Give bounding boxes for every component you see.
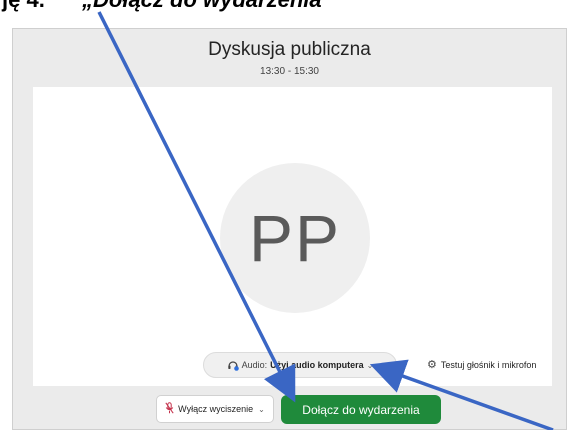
microphone-muted-icon: [165, 402, 174, 416]
meeting-title: Dyskusja publiczna: [208, 39, 371, 60]
avatar: PP: [220, 163, 370, 313]
audio-label: Audio:: [241, 360, 268, 370]
unmute-button[interactable]: Wyłącz wyciszenie ⌄: [156, 395, 274, 423]
gear-icon: ⚙: [427, 359, 437, 371]
unmute-button-label: Wyłącz wyciszenie: [178, 404, 254, 414]
test-speaker-mic-link[interactable]: ⚙ Testuj głośnik i mikrofon: [427, 358, 536, 371]
video-preview-panel: PP Audio: Użyj audio komputera ⌄ ⚙ Testu…: [33, 87, 552, 386]
instruction-step-prefix: ję 4.: [2, 0, 45, 11]
meeting-join-window: Dyskusja publiczna 13:30 - 15:30 PP Audi…: [12, 28, 567, 430]
audio-selected-value: Użyj audio komputera: [270, 360, 364, 370]
chevron-down-icon: ⌄: [366, 360, 374, 370]
test-speaker-mic-label: Testuj głośnik i mikrofon: [440, 359, 537, 370]
headset-icon: [227, 359, 239, 371]
chevron-down-icon: ⌄: [258, 404, 265, 414]
instruction-heading: ję 4. „Dołącz do wydarzenia: [0, 0, 571, 20]
join-event-button-label: Dołącz do wydarzenia: [302, 402, 420, 417]
join-event-button[interactable]: Dołącz do wydarzenia: [281, 395, 441, 424]
instruction-step-text: „Dołącz do wydarzenia: [82, 0, 322, 11]
page: ję 4. „Dołącz do wydarzenia Dyskusja pub…: [0, 0, 571, 430]
avatar-initials: PP: [248, 201, 342, 275]
meeting-time: 13:30 - 15:30: [260, 66, 319, 77]
audio-device-selector[interactable]: Audio: Użyj audio komputera ⌄: [203, 352, 397, 378]
